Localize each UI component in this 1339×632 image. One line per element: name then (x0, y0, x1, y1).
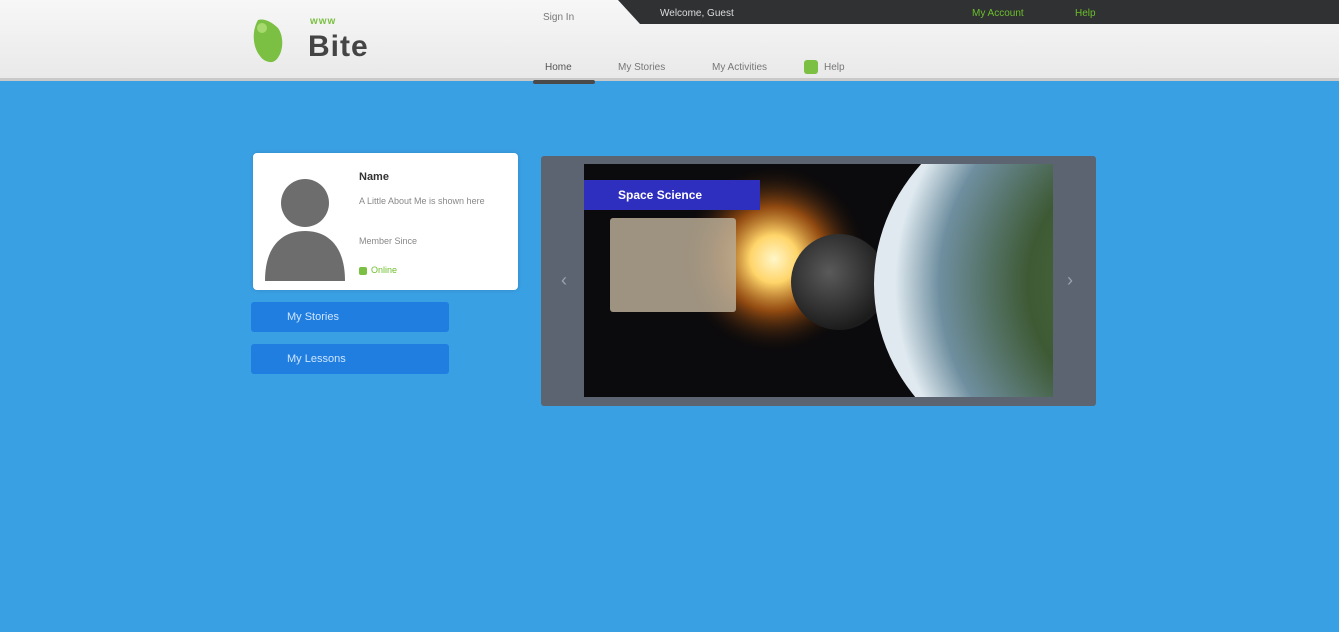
logo-tagline: www (310, 16, 337, 27)
slide-next-arrow-icon[interactable]: › (1063, 268, 1077, 292)
my-stories-button[interactable]: My Stories (251, 302, 449, 332)
profile-name: Name (359, 171, 389, 183)
nav-my-stories[interactable]: My Stories (618, 62, 665, 73)
nav-my-activities[interactable]: My Activities (712, 62, 767, 73)
logo-leaf-icon (253, 19, 283, 63)
my-lessons-button[interactable]: My Lessons (251, 344, 449, 374)
status-online-icon (359, 266, 367, 275)
site-logo[interactable]: www Bite (250, 8, 410, 72)
nav-help[interactable]: Help (824, 62, 845, 73)
slide-prev-arrow-icon[interactable]: ‹ (557, 268, 571, 292)
profile-member-since: Member Since (359, 236, 418, 246)
profile-about: A Little About Me is shown here (359, 196, 485, 206)
avatar-placeholder-icon[interactable] (261, 161, 349, 281)
welcome-text: Welcome, Guest (660, 8, 734, 19)
nav-active-indicator (533, 80, 595, 84)
profile-status-label: Online (371, 265, 398, 275)
site-header: www Bite Sign In Welcome, Guest My Accou… (0, 0, 1339, 81)
profile-status: Online (359, 265, 397, 275)
logo-text: Bite (308, 30, 369, 63)
help-top-link[interactable]: Help (1075, 8, 1096, 19)
account-link[interactable]: My Account (972, 8, 1024, 19)
profile-card: Name A Little About Me is shown here Mem… (253, 153, 518, 290)
nav-help-icon (804, 60, 818, 74)
nav-home[interactable]: Home (545, 62, 572, 73)
slide-image[interactable]: Space Science (584, 164, 1053, 397)
signin-link[interactable]: Sign In (543, 12, 574, 23)
featured-slideshow: ‹ Space Science › (541, 156, 1096, 406)
slide-title: Space Science (584, 180, 760, 210)
